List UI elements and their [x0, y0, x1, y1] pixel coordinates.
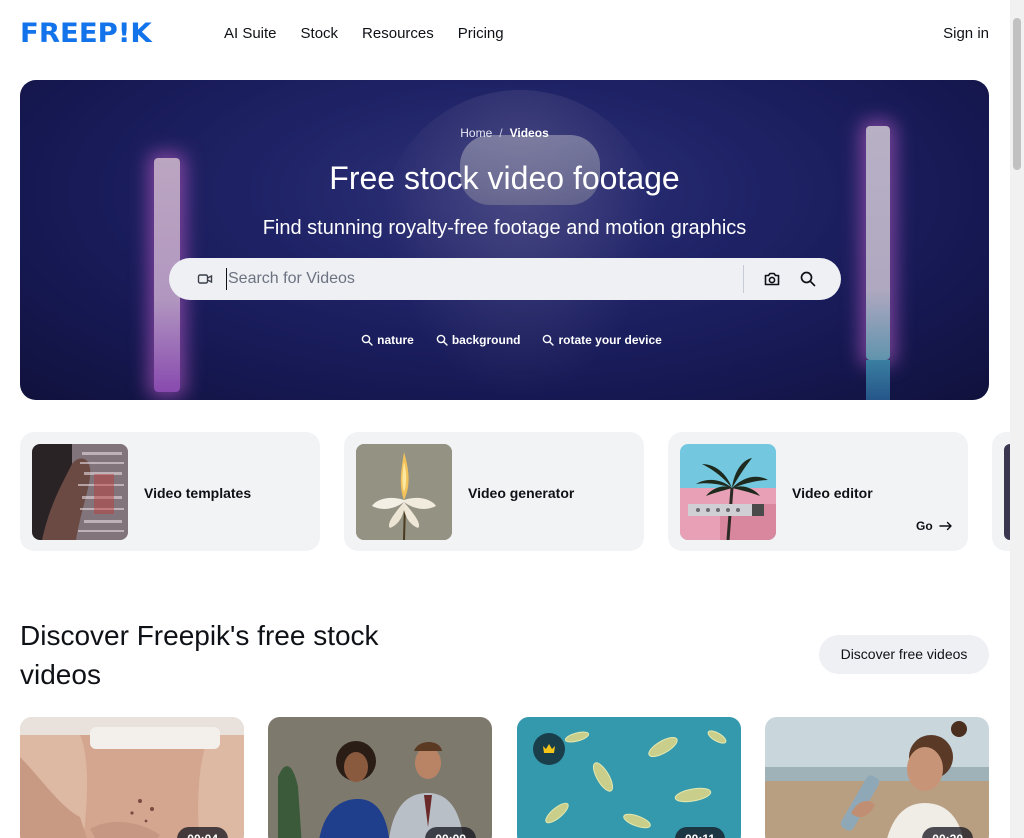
tag-rotate-your-device[interactable]: rotate your device [542, 332, 662, 348]
video-thumbnail [268, 717, 492, 838]
duration-badge: 00:20 [922, 827, 973, 838]
video-thumbnail [20, 717, 244, 838]
tool-card-label: Video generator [468, 485, 575, 501]
video-camera-icon[interactable] [197, 271, 213, 292]
search-icon [543, 334, 555, 346]
crown-icon [543, 744, 555, 753]
nav-item-resources[interactable]: Resources [362, 24, 434, 44]
tool-card-video-templates[interactable]: Video templates [20, 432, 320, 551]
tool-card-video-editor[interactable]: Video editor Go [668, 432, 968, 551]
sign-in-link[interactable]: Sign in [943, 24, 989, 44]
breadcrumb-separator: / [499, 126, 503, 140]
duration-badge: 00:09 [425, 827, 476, 838]
main-nav: AI Suite Stock Resources Pricing [224, 24, 504, 44]
page-subtitle: Find stunning royalty-free footage and m… [262, 217, 747, 239]
video-card[interactable]: 00:04 [20, 717, 244, 838]
search-icon [361, 334, 373, 346]
arrow-right-icon [938, 521, 952, 531]
tag-nature[interactable]: nature [361, 332, 414, 348]
tool-card-label: Video templates [144, 485, 252, 501]
search-input[interactable] [226, 268, 726, 290]
nav-item-stock[interactable]: Stock [301, 24, 339, 44]
page-title: Free stock video footage [329, 160, 680, 196]
video-generator-thumbnail [356, 444, 452, 540]
search-icon[interactable] [799, 270, 817, 293]
section-title: Discover Freepik's free stock videos [20, 620, 379, 690]
freepik-logo[interactable]: FREEP!K [20, 20, 152, 48]
go-label: Go [916, 519, 933, 533]
suggested-tags: nature background rotate your device [20, 332, 989, 348]
breadcrumb-home[interactable]: Home [460, 126, 492, 140]
video-editor-thumbnail [680, 444, 776, 540]
video-card[interactable]: 00:09 [268, 717, 492, 838]
breadcrumb-current: Videos [509, 126, 549, 140]
tool-card-video-generator[interactable]: Video generator [344, 432, 644, 551]
discover-free-videos-button[interactable]: Discover free videos [819, 635, 989, 674]
go-link[interactable]: Go [916, 519, 953, 533]
breadcrumb: Home / Videos [20, 125, 989, 141]
video-card[interactable]: 00:11 [517, 717, 741, 838]
tag-label: background [451, 333, 521, 347]
tag-label: rotate your device [558, 333, 662, 347]
video-thumbnail [765, 717, 989, 838]
site-header: FREEP!K AI Suite Stock Resources Pricing… [0, 0, 1010, 68]
tag-background[interactable]: background [436, 332, 521, 348]
video-card[interactable]: 00:20 [765, 717, 989, 838]
camera-icon[interactable] [763, 270, 781, 293]
video-templates-thumbnail [32, 444, 128, 540]
nav-item-pricing[interactable]: Pricing [458, 24, 504, 44]
duration-badge: 00:11 [674, 827, 725, 838]
duration-badge: 00:04 [177, 827, 228, 838]
tool-card-label: Video editor [792, 485, 873, 501]
tag-label: nature [377, 333, 414, 347]
hero-banner: Home / Videos Free stock video footage Fin… [20, 80, 989, 400]
search-bar [169, 258, 841, 300]
premium-badge [533, 733, 565, 765]
search-icon [436, 334, 448, 346]
search-divider [743, 265, 744, 293]
page-scrollbar[interactable] [1010, 0, 1024, 838]
scrollbar-thumb[interactable] [1013, 18, 1021, 170]
nav-item-ai-suite[interactable]: AI Suite [224, 24, 277, 44]
tool-card-next-peek[interactable] [992, 432, 1010, 551]
